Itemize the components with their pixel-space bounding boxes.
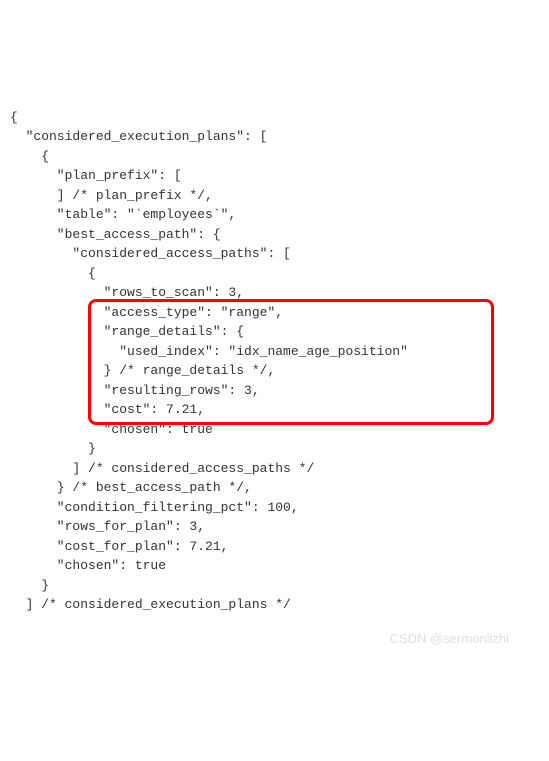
code-line: "table": "`employees`",	[10, 207, 236, 222]
code-line: ] /* plan_prefix */,	[10, 188, 213, 203]
code-line: "best_access_path": {	[10, 227, 221, 242]
code-container: { "considered_execution_plans": [ { "pla…	[10, 88, 539, 654]
code-line: "cost_for_plan": 7.21,	[10, 539, 228, 554]
code-line: {	[10, 149, 49, 164]
code-line: }	[10, 578, 49, 593]
code-line: "used_index": "idx_name_age_position"	[10, 344, 408, 359]
watermark-text: CSDN @sermonlizhi	[390, 629, 509, 649]
code-line: "plan_prefix": [	[10, 168, 182, 183]
code-line: } /* range_details */,	[10, 363, 275, 378]
code-line: "chosen": true	[10, 422, 213, 437]
code-line: "chosen": true	[10, 558, 166, 573]
code-line: "considered_execution_plans": [	[10, 129, 267, 144]
code-line: "rows_to_scan": 3,	[10, 285, 244, 300]
code-line: }	[10, 441, 96, 456]
code-line: ] /* considered_execution_plans */	[10, 597, 291, 612]
code-line: "cost": 7.21,	[10, 402, 205, 417]
code-line: "condition_filtering_pct": 100,	[10, 500, 299, 515]
code-line: } /* best_access_path */,	[10, 480, 252, 495]
code-line: "range_details": {	[10, 324, 244, 339]
code-line: ] /* considered_access_paths */	[10, 461, 314, 476]
code-line: "resulting_rows": 3,	[10, 383, 260, 398]
code-line: "considered_access_paths": [	[10, 246, 291, 261]
code-line: {	[10, 110, 18, 125]
code-line: {	[10, 266, 96, 281]
code-line: "rows_for_plan": 3,	[10, 519, 205, 534]
code-line: "access_type": "range",	[10, 305, 283, 320]
